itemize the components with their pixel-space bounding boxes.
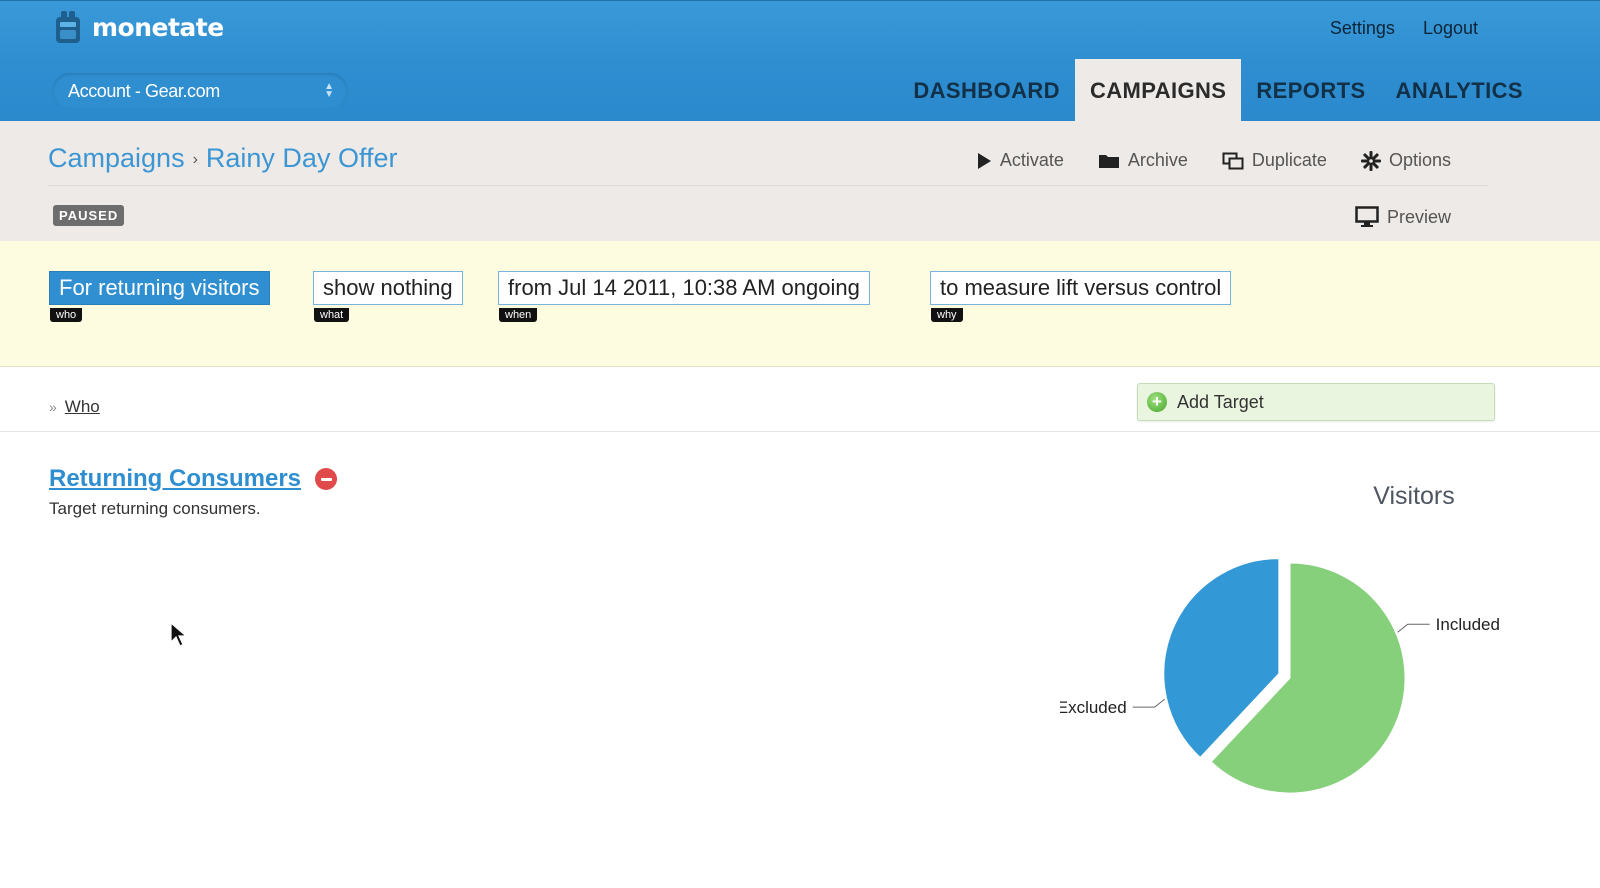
breadcrumb-separator: › — [192, 150, 198, 168]
who-link-label: Who — [64, 397, 100, 416]
who-tag: who — [50, 308, 83, 322]
remove-segment-icon[interactable] — [315, 468, 338, 490]
play-icon — [977, 152, 991, 169]
who-section-link[interactable]: » Who — [49, 397, 100, 417]
section-marker: » — [49, 399, 57, 415]
updown-arrows-icon: ▲ ▼ — [324, 81, 334, 100]
campaign-actions: Activate Archive Duplicate Options — [976, 150, 1451, 171]
pie-connector-included — [1397, 623, 1430, 633]
summary-when: from Jul 14 2011, 10:38 AM ongoing when — [498, 271, 870, 322]
why-phrase-button[interactable]: to measure lift versus control — [930, 271, 1232, 305]
summary-who: For returning visitors who — [49, 271, 270, 322]
pie-label-included: Included — [1436, 615, 1500, 634]
visitors-pie-chart: Visitors Included Excluded — [1060, 470, 1580, 830]
monetate-logo[interactable]: monetate — [52, 7, 224, 47]
plus-icon: + — [1147, 392, 1167, 412]
tab-campaigns[interactable]: CAMPAIGNS — [1074, 59, 1242, 122]
who-section-header: » Who + Add Target — [0, 367, 1600, 432]
tab-dashboard[interactable]: DASHBOARD — [898, 59, 1075, 122]
options-button[interactable]: Options — [1360, 150, 1451, 171]
status-badge: PAUSED — [53, 205, 125, 226]
gear-icon — [1360, 150, 1381, 171]
logout-link[interactable]: Logout — [1423, 18, 1478, 39]
folder-icon — [1098, 154, 1119, 168]
tab-reports[interactable]: REPORTS — [1241, 59, 1380, 122]
summary-what: show nothing what — [313, 271, 463, 322]
what-tag: what — [314, 308, 350, 322]
top-links: Settings Logout — [1330, 18, 1478, 39]
what-phrase-button[interactable]: show nothing — [313, 271, 463, 305]
logo-icon — [56, 11, 80, 43]
breadcrumb: Campaigns › Rainy Day Offer — [48, 143, 397, 174]
app-header: monetate Settings Logout Account - Gear.… — [0, 0, 1600, 122]
duplicate-button[interactable]: Duplicate — [1222, 150, 1327, 171]
preview-label: Preview — [1386, 206, 1451, 227]
breadcrumb-current-campaign[interactable]: Rainy Day Offer — [206, 143, 398, 174]
breadcrumb-campaigns[interactable]: Campaigns — [48, 143, 185, 174]
activate-button[interactable]: Activate — [976, 150, 1064, 171]
titlebar-divider — [48, 185, 1488, 186]
segment-description: Target returning consumers. — [49, 499, 261, 518]
duplicate-label: Duplicate — [1251, 150, 1327, 170]
when-phrase-button[interactable]: from Jul 14 2011, 10:38 AM ongoing — [498, 271, 870, 305]
segment-header: Returning Consumers — [49, 465, 338, 493]
pie-connector-excluded — [1132, 698, 1165, 708]
duplicate-icon — [1222, 152, 1244, 169]
monitor-icon — [1355, 206, 1379, 227]
when-tag: when — [499, 308, 538, 322]
summary-why: to measure lift versus control why — [930, 271, 1232, 322]
add-target-label: Add Target — [1177, 391, 1264, 412]
archive-button[interactable]: Archive — [1098, 150, 1188, 171]
pie-svg: Included Excluded — [1060, 558, 1500, 794]
brand-name: monetate — [92, 12, 224, 42]
account-select-label: Account - Gear.com — [68, 80, 220, 101]
who-phrase-button[interactable]: For returning visitors — [49, 271, 270, 305]
tab-analytics[interactable]: ANALYTICS — [1381, 59, 1538, 122]
main-nav: DASHBOARD CAMPAIGNS REPORTS ANALYTICS — [898, 59, 1538, 122]
campaign-titlebar: Campaigns › Rainy Day Offer Activate Arc… — [0, 121, 1600, 241]
why-tag: why — [931, 308, 963, 322]
mouse-cursor-icon — [170, 622, 188, 647]
account-select[interactable]: Account - Gear.com ▲ ▼ — [52, 73, 348, 109]
archive-label: Archive — [1127, 150, 1188, 170]
add-target-button[interactable]: + Add Target — [1137, 383, 1495, 421]
segment-name-link[interactable]: Returning Consumers — [49, 465, 301, 493]
pie-label-excluded: Excluded — [1060, 698, 1127, 717]
preview-button[interactable]: Preview — [1355, 206, 1451, 228]
campaign-summary: For returning visitors who show nothing … — [0, 241, 1600, 367]
settings-link[interactable]: Settings — [1330, 18, 1395, 39]
activate-label: Activate — [999, 150, 1064, 170]
options-label: Options — [1388, 150, 1451, 170]
